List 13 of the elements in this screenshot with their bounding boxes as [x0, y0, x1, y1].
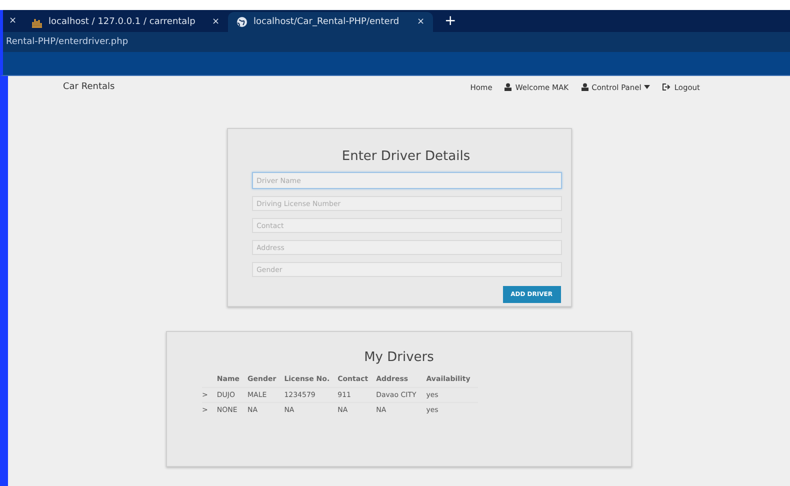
browser-tab[interactable]: localhost / 127.0.0.1 / carrentalp ×: [22, 12, 228, 32]
globe-icon: [236, 16, 248, 28]
brand-link[interactable]: Car Rentals: [63, 82, 115, 92]
user-icon: [580, 83, 589, 91]
logout-icon: [662, 83, 672, 91]
close-icon[interactable]: ×: [7, 16, 23, 32]
new-tab-icon[interactable]: +: [432, 13, 468, 32]
chart-icon: [30, 16, 43, 28]
address-text[interactable]: Rental-PHP/enterdriver.php: [6, 37, 128, 47]
table-title: My Drivers: [363, 350, 435, 365]
user-icon: [504, 83, 512, 91]
form-title: Enter Driver Details: [340, 149, 472, 164]
browser-tab[interactable]: localhost/Car_Rental-PHP/enterd ×: [228, 12, 433, 32]
